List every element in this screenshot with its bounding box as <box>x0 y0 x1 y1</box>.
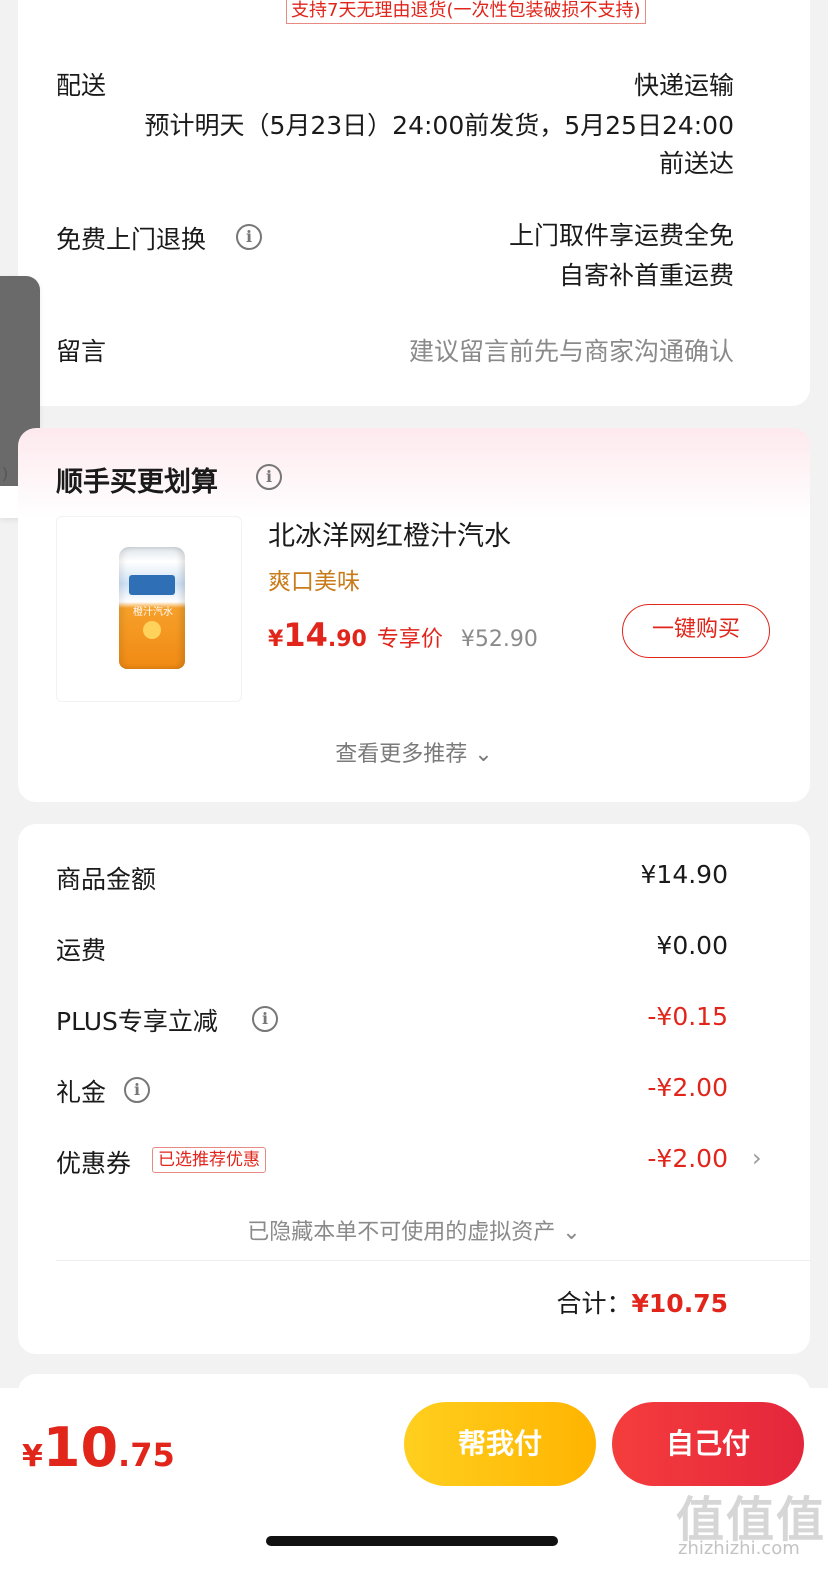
info-circle-icon[interactable]: i <box>252 1006 278 1032</box>
total-value: ¥10.75 <box>631 1289 728 1318</box>
message-input[interactable]: 建议留言前先与商家沟通确认 <box>409 332 734 368</box>
info-circle-icon[interactable]: i <box>256 464 282 490</box>
info-circle-icon[interactable]: i <box>124 1077 150 1103</box>
product-price: ¥14.90 专享价 ¥52.90 <box>268 616 538 654</box>
total-row: 合计：¥10.75 <box>557 1284 729 1320</box>
home-indicator[interactable] <box>266 1536 558 1546</box>
price-decimal: .90 <box>327 627 367 652</box>
order-info-card: 支持7天无理由退货(一次性包装破损不支持) 配送 快递运输 预计明天（5月23日… <box>18 0 810 406</box>
bottom-price-integer: 10 <box>42 1416 119 1479</box>
one-click-buy-button[interactable]: 一键购买 <box>622 604 770 658</box>
product-name[interactable]: 北冰洋网红橙汁汽水 <box>268 514 511 553</box>
hidden-assets-toggle[interactable]: 已隐藏本单不可使用的虚拟资产 ⌄ <box>18 1214 810 1246</box>
can-logo-band <box>129 575 175 595</box>
free-return-value-line2: 自寄补首重运费 <box>558 261 734 290</box>
price-integer: 14 <box>283 616 328 654</box>
free-return-value-line1: 上门取件享运费全免 <box>508 221 734 250</box>
summary-value-goods: ¥14.90 <box>640 860 728 889</box>
side-widget-arrow-icon: ) <box>2 464 9 483</box>
original-price: ¥52.90 <box>460 627 538 652</box>
coupon-recommended-tag: 已选推荐优惠 <box>152 1147 266 1173</box>
bottom-total-price: ¥10.75 <box>22 1416 175 1479</box>
total-label: 合计： <box>556 1289 632 1318</box>
product-image[interactable]: 橙汁汽水 <box>56 516 242 702</box>
delivery-eta-line1: 预计明天（5月23日）24:00前发货，5月25日24:00 <box>144 111 734 140</box>
recommend-card: 顺手买更划算 i 橙汁汽水 北冰洋网红橙汁汽水 爽口美味 ¥14.90 专享价 ¥5… <box>18 428 810 802</box>
info-circle-icon[interactable]: i <box>236 224 262 250</box>
bottom-price-decimal: .75 <box>118 1436 175 1474</box>
free-return-label: 免费上门退换 <box>56 225 207 254</box>
summary-label-plus: PLUS专享立减 <box>56 1007 218 1036</box>
message-label: 留言 <box>56 337 107 366</box>
price-symbol: ¥ <box>268 627 284 652</box>
bottom-price-symbol: ¥ <box>22 1439 43 1474</box>
delivery-method[interactable]: 快递运输 <box>634 66 734 102</box>
chevron-right-icon[interactable]: › <box>752 1144 762 1172</box>
summary-value-coupon[interactable]: -¥2.00 <box>647 1144 728 1173</box>
product-subtitle: 爽口美味 <box>268 569 360 595</box>
delivery-label: 配送 <box>56 71 107 100</box>
summary-label-gift: 礼金 <box>56 1078 107 1107</box>
summary-value-gift: -¥2.00 <box>647 1073 728 1102</box>
delivery-eta-line2: 前送达 <box>658 149 734 178</box>
summary-label-coupon: 优惠券 <box>56 1149 132 1178</box>
more-recommendations-link[interactable]: 查看更多推荐 ⌄ <box>18 736 810 768</box>
summary-value-plus: -¥0.15 <box>647 1002 728 1031</box>
summary-label-goods: 商品金额 <box>56 865 157 894</box>
bottom-pay-bar: ¥10.75 帮我付 自己付 值值值 zhizhizhi.com <box>0 1388 828 1577</box>
recommend-title: 顺手买更划算 <box>56 467 218 498</box>
pay-myself-button[interactable]: 自己付 <box>612 1402 804 1486</box>
orange-fruit-graphic <box>143 621 161 639</box>
summary-label-shipping: 运费 <box>56 936 107 965</box>
soda-can-image: 橙汁汽水 <box>119 547 185 669</box>
return-policy-notice: 支持7天无理由退货(一次性包装破损不支持) <box>286 0 646 24</box>
summary-value-shipping: ¥0.00 <box>656 931 728 960</box>
summary-divider <box>56 1260 810 1261</box>
price-summary-card: 商品金额 ¥14.90 运费 ¥0.00 PLUS专享立减 i -¥0.15 礼… <box>18 824 810 1354</box>
can-label-text: 橙汁汽水 <box>133 607 173 618</box>
price-tag: 专享价 <box>376 627 443 652</box>
watermark-url: zhizhizhi.com <box>678 1538 800 1559</box>
help-me-pay-button[interactable]: 帮我付 <box>404 1402 596 1486</box>
